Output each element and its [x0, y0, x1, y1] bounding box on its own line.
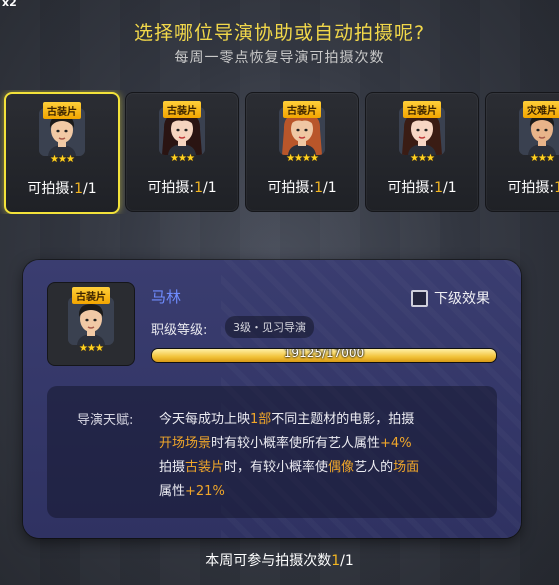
director-card[interactable]: 灾难片 ★★★ 可拍摄:1/1	[485, 92, 559, 212]
talent-text-segment: 属性	[159, 484, 186, 499]
star-rating: ★★★★	[286, 153, 319, 164]
shots-used: 1	[314, 180, 323, 196]
speed-indicator[interactable]: x2	[2, 0, 17, 9]
talent-highlight: 古装片	[185, 460, 225, 475]
genre-tag: 古装片	[163, 101, 201, 118]
selected-director-portrait: 古装片 ★★★	[47, 282, 135, 366]
talent-highlight: 场面	[393, 460, 420, 475]
director-card[interactable]: 古装片 ★★★ 可拍摄:1/1	[4, 92, 120, 214]
talent-highlight: +4%	[380, 436, 412, 451]
page-title: 选择哪位导演协助或自动拍摄呢?	[133, 22, 426, 44]
shots-total: /1	[203, 180, 217, 196]
rank-badge: 3级・见习导演	[225, 316, 314, 338]
shots-remaining: 可拍摄:1/1	[486, 177, 559, 197]
talent-text-segment: 不同主题材的电影，拍摄	[271, 412, 415, 427]
experience-text: 19125/17000	[283, 348, 365, 360]
genre-tag: 灾难片	[523, 101, 559, 118]
director-card[interactable]: 古装片 ★★★ 可拍摄:1/1	[365, 92, 479, 212]
shots-remaining: 可拍摄:1/1	[246, 177, 358, 197]
talent-text-segment: 艺人的	[354, 460, 394, 475]
talent-text-segment: 拍摄	[159, 460, 186, 475]
footer-label: 本周可参与拍摄次数	[205, 553, 332, 569]
talent-line: 开场场景时有较小概率使所有艺人属性+4%	[159, 432, 489, 456]
shots-label: 可拍摄:	[267, 180, 315, 196]
star-rating: ★★★	[170, 153, 195, 164]
director-name: 马林	[151, 288, 182, 306]
director-card-list: 古装片 ★★★ 可拍摄:1/1 古装片 ★★★ 可拍摄:1/1 古装片 ★★★★…	[0, 90, 559, 214]
shots-used: 1	[74, 181, 83, 197]
shots-total: /1	[83, 181, 97, 197]
shots-used: 1	[554, 180, 559, 196]
talent-highlight: 开场场景	[159, 436, 212, 451]
shots-remaining: 可拍摄:1/1	[366, 177, 478, 197]
talent-highlight: 1部	[250, 412, 272, 427]
footer-total: /1	[340, 553, 354, 569]
talent-box: 导演天赋: 今天每成功上映1部不同主题材的电影，拍摄 开场场景时有较小概率使所有艺…	[47, 386, 497, 518]
genre-tag: 古装片	[43, 102, 81, 119]
shots-label: 可拍摄:	[387, 180, 435, 196]
director-card[interactable]: 古装片 ★★★★ 可拍摄:1/1	[245, 92, 359, 212]
genre-tag: 古装片	[72, 287, 110, 304]
talent-highlight: 偶像	[328, 460, 355, 475]
talent-line: 拍摄古装片时，有较小概率使偶像艺人的场面	[159, 456, 489, 480]
shots-label: 可拍摄:	[507, 180, 555, 196]
shots-used: 1	[194, 180, 203, 196]
shots-total: /1	[443, 180, 457, 196]
shots-remaining: 可拍摄:1/1	[6, 178, 118, 198]
rank-label: 职级等级:	[151, 323, 208, 338]
next-level-toggle[interactable]: 下级效果	[411, 288, 490, 308]
page-subtitle: 每周一零点恢复导演可拍摄次数	[174, 50, 385, 66]
star-rating: ★★★	[410, 153, 435, 164]
weekly-shots-footer: 本周可参与拍摄次数1/1	[0, 550, 559, 570]
star-rating: ★★★	[50, 154, 75, 165]
talent-line: 属性+21%	[159, 480, 489, 504]
star-rating: ★★★	[530, 153, 555, 164]
genre-tag: 古装片	[403, 101, 441, 118]
shots-label: 可拍摄:	[147, 180, 195, 196]
talent-label: 导演天赋:	[77, 413, 134, 428]
footer-count: 1	[331, 553, 341, 569]
genre-tag: 古装片	[283, 101, 321, 118]
star-rating: ★★★	[79, 343, 104, 354]
talent-text-segment: 时，有较小概率使	[224, 460, 329, 475]
checkbox-icon[interactable]	[411, 289, 428, 307]
talent-highlight: +21%	[185, 484, 225, 499]
director-avatar	[68, 297, 114, 345]
shots-total: /1	[323, 180, 337, 196]
experience-bar: 19125/17000	[151, 348, 497, 363]
talent-description: 今天每成功上映1部不同主题材的电影，拍摄 开场场景时有较小概率使所有艺人属性+4%…	[159, 408, 489, 504]
shots-remaining: 可拍摄:1/1	[126, 177, 238, 197]
shots-used: 1	[434, 180, 443, 196]
talent-text-segment: 时有较小概率使所有艺人属性	[211, 436, 381, 451]
director-detail-panel: 古装片 ★★★ 马林 下级效果 职级等级: 3级・见习导演 19125/1700…	[23, 260, 521, 538]
talent-line: 今天每成功上映1部不同主题材的电影，拍摄	[159, 408, 489, 432]
checkbox-label: 下级效果	[434, 291, 490, 307]
director-card[interactable]: 古装片 ★★★ 可拍摄:1/1	[125, 92, 239, 212]
talent-text-segment: 今天每成功上映	[159, 412, 251, 427]
shots-label: 可拍摄:	[27, 181, 75, 197]
